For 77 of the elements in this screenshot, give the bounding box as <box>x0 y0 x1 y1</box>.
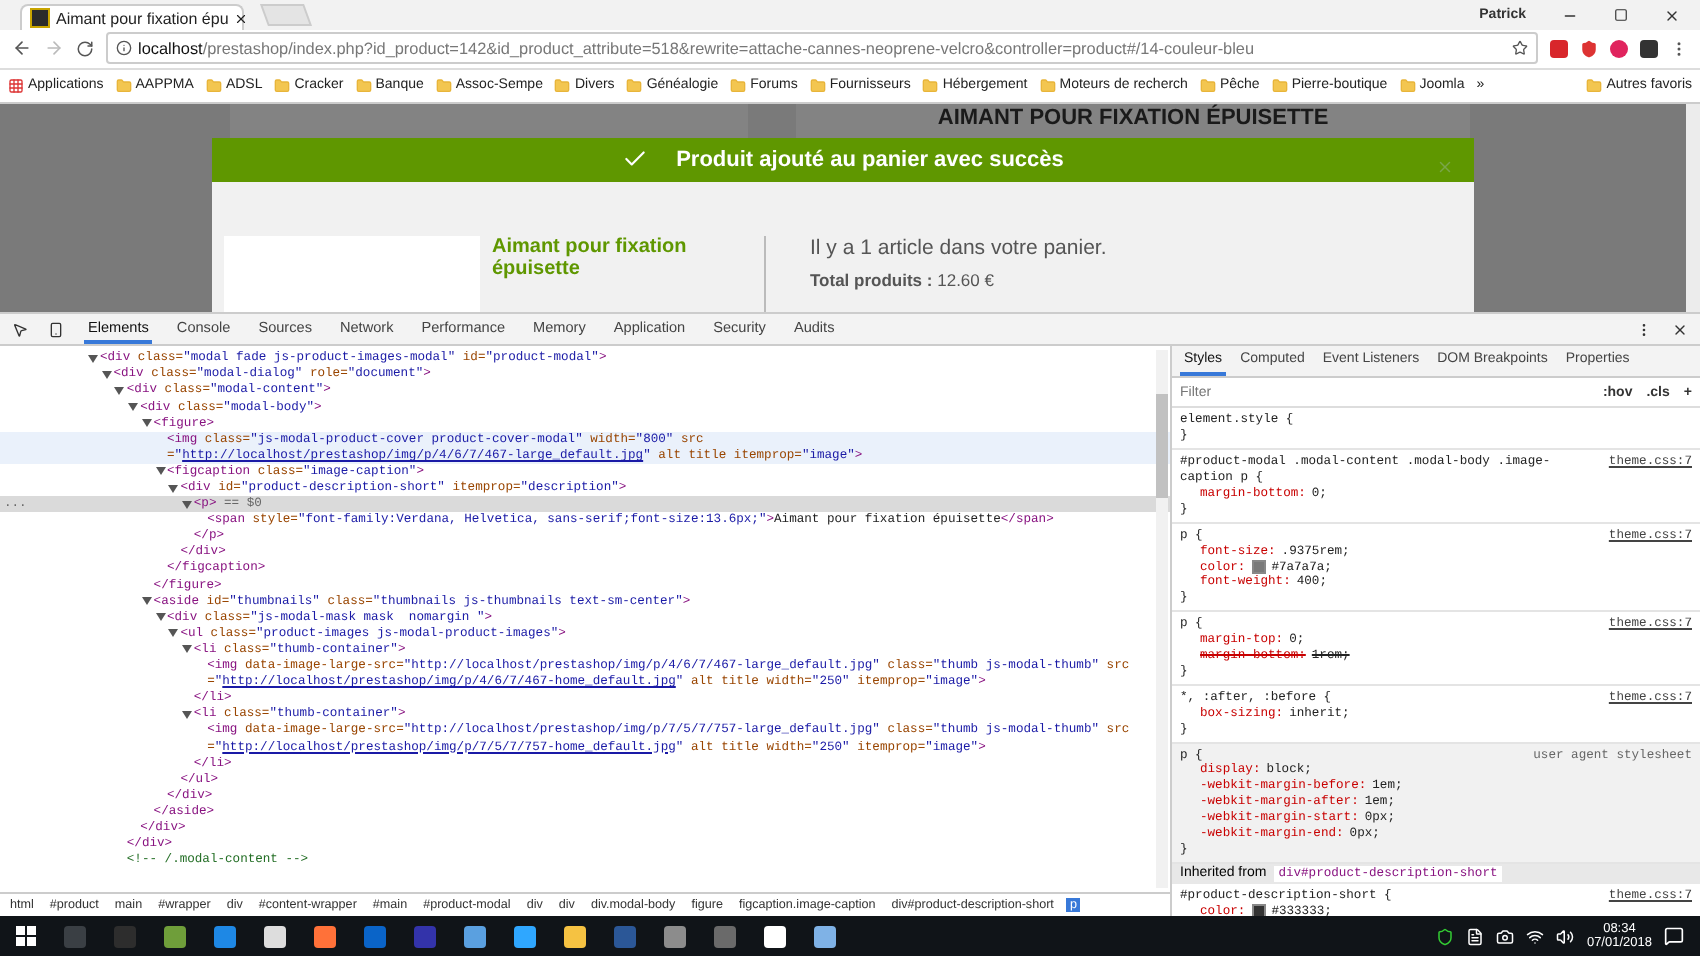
cart-total: Total produits : 12.60 € <box>810 270 996 291</box>
folder-icon <box>730 77 747 94</box>
app-tile-icon[interactable] <box>114 925 136 948</box>
folder-icon <box>205 77 222 94</box>
expand-triangle-icon[interactable] <box>88 353 98 364</box>
app-tile-icon[interactable] <box>214 925 236 948</box>
device-icon[interactable] <box>48 321 64 338</box>
app-tile-icon[interactable] <box>514 925 536 948</box>
volume-icon[interactable] <box>1556 927 1575 946</box>
expand-triangle-icon[interactable] <box>101 369 112 380</box>
scrollbar[interactable] <box>1156 350 1168 889</box>
reload-icon[interactable] <box>76 39 94 58</box>
app-tile-icon[interactable] <box>364 925 386 948</box>
expand-triangle-icon[interactable] <box>181 644 192 655</box>
product-name: Aimant pour fixation épuisette <box>492 236 689 285</box>
close-icon[interactable] <box>1664 7 1680 23</box>
cart-message: Il y a 1 article dans votre panier. <box>810 236 1107 261</box>
shield-icon[interactable] <box>1436 927 1455 946</box>
folder-icon <box>115 77 132 94</box>
folder-icon <box>1586 77 1603 94</box>
app-tile-icon[interactable] <box>414 925 436 948</box>
scrollbar[interactable] <box>1686 103 1700 313</box>
camera-icon[interactable] <box>1496 927 1515 946</box>
success-message: Produit ajouté au panier avec succès <box>676 147 1064 172</box>
expand-triangle-icon[interactable] <box>141 596 152 607</box>
expand-triangle-icon[interactable] <box>168 628 179 639</box>
app-tile-icon[interactable] <box>314 925 336 948</box>
expand-triangle-icon[interactable] <box>141 418 152 429</box>
star-icon[interactable] <box>1512 40 1528 57</box>
app-tile-icon[interactable] <box>464 925 486 948</box>
app-tile-icon[interactable] <box>264 925 286 948</box>
expand-triangle-icon[interactable] <box>168 483 179 493</box>
folder-icon <box>1199 77 1216 94</box>
app-tile-icon[interactable] <box>64 925 86 948</box>
color-swatch[interactable] <box>1251 559 1266 574</box>
app-tile-icon[interactable] <box>664 925 686 948</box>
folder-icon <box>626 77 643 94</box>
favicon-icon <box>30 8 50 28</box>
windows-logo-icon[interactable] <box>16 926 36 947</box>
folder-icon <box>922 77 939 94</box>
app-tile-icon[interactable] <box>614 925 636 948</box>
folder-icon <box>809 77 826 94</box>
inspect-icon[interactable] <box>12 321 28 338</box>
expand-triangle-icon[interactable] <box>155 466 165 477</box>
expand-triangle-icon[interactable] <box>155 612 165 623</box>
folder-icon <box>1039 77 1056 94</box>
wifi-icon[interactable] <box>1526 927 1545 946</box>
folder-icon <box>1399 77 1416 94</box>
app-tile-icon[interactable] <box>814 925 836 948</box>
expand-triangle-icon[interactable] <box>181 499 192 510</box>
color-swatch[interactable] <box>1251 904 1266 917</box>
folder-icon <box>435 77 452 94</box>
address-bar[interactable]: localhost/prestashop/index.php?id_product=142&id_product_attribute=518&rewrite=attache-cannes-neoprene-velcro&controller=product#/14-couleur-bleu <box>106 32 1538 65</box>
app-tile-icon[interactable] <box>764 925 786 948</box>
notification-icon[interactable] <box>1664 926 1684 947</box>
info-icon[interactable] <box>116 40 132 57</box>
expand-triangle-icon[interactable] <box>114 385 125 396</box>
app-tile-icon[interactable] <box>164 925 186 948</box>
folder-icon <box>554 77 571 94</box>
maximize-icon[interactable] <box>1614 8 1628 22</box>
folder-icon <box>274 77 291 94</box>
apps-grid-icon <box>8 77 24 94</box>
document-icon[interactable] <box>1466 927 1485 946</box>
browser-tab[interactable]: Aimant pour fixation épu <box>20 4 244 30</box>
folder-icon <box>1271 77 1288 94</box>
close-icon[interactable] <box>1672 321 1688 338</box>
app-tile-icon[interactable] <box>714 925 736 948</box>
close-icon[interactable] <box>234 11 249 25</box>
product-heading: AIMANT POUR FIXATION ÉPUISETTE <box>937 105 1329 130</box>
url-text: localhost/prestashop/index.php?id_product=142&id_product_attribute=518&rewrite=attache-cannes-neoprene-velcro&controller=product#/14-couleur-bleu <box>138 39 1255 58</box>
back-icon[interactable] <box>12 38 32 59</box>
tab-title: Aimant pour fixation épu <box>56 9 229 27</box>
app-tile-icon[interactable] <box>564 925 586 948</box>
expand-triangle-icon[interactable] <box>128 402 139 413</box>
shield-icon[interactable] <box>1580 39 1598 58</box>
expand-triangle-icon[interactable] <box>181 709 192 720</box>
folder-icon <box>355 77 372 94</box>
